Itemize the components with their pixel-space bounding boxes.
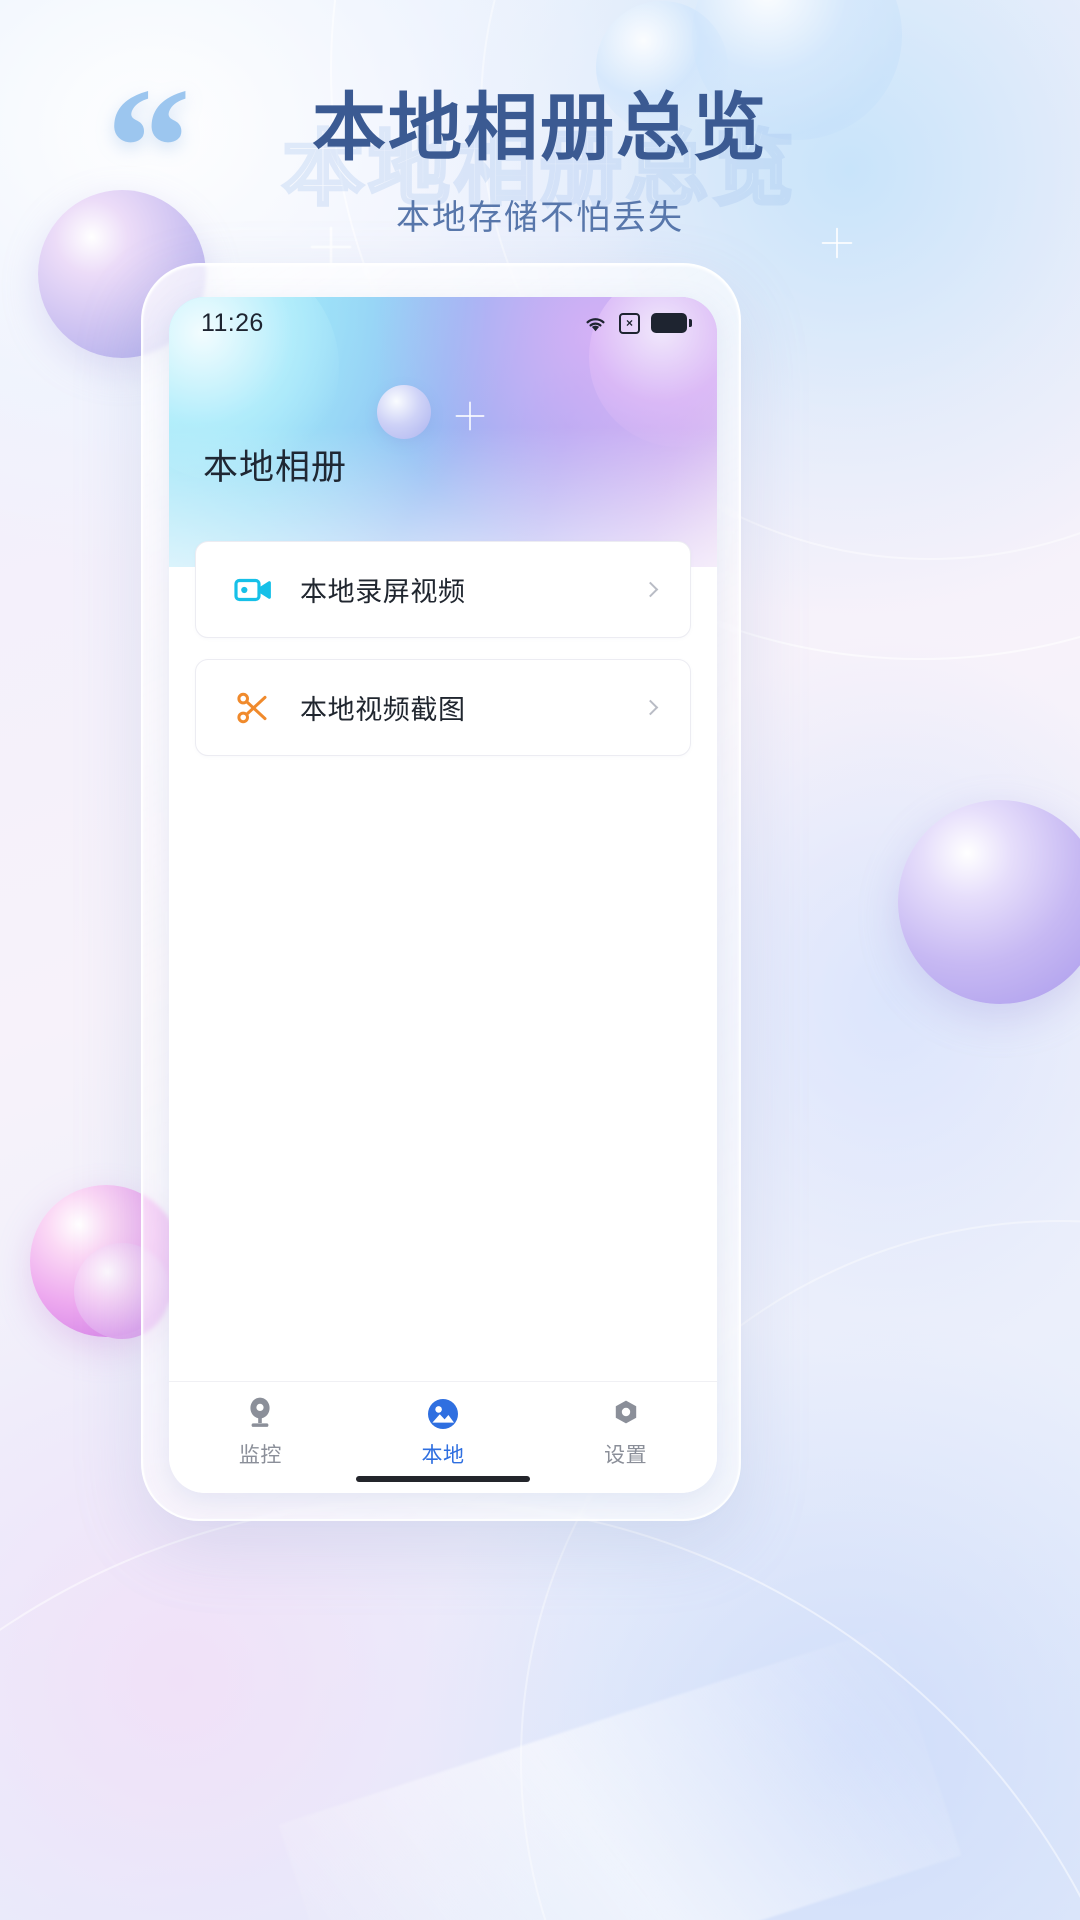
status-time: 11:26 (201, 308, 264, 337)
list-item-label: 本地视频截图 (300, 695, 466, 725)
list-item[interactable]: 本地录屏视频 (195, 541, 691, 638)
gear-icon (610, 1396, 642, 1432)
page-title: 本地相册总览 (312, 86, 768, 169)
video-camera-icon (232, 575, 274, 605)
phone-screen: 11:26 × 本地相册 本地录屏视频 本地视频截图 监控 本地 设置 (169, 297, 717, 1493)
header-title-block: 本地相册总览 本地相册总览 (0, 68, 1080, 217)
album-list: 本地录屏视频 本地视频截图 (195, 541, 691, 777)
home-indicator[interactable] (356, 1476, 530, 1482)
battery-icon (651, 313, 692, 333)
nav-item-label: 设置 (604, 1444, 648, 1467)
list-item-label: 本地录屏视频 (300, 577, 466, 607)
chevron-right-icon[interactable] (642, 581, 659, 598)
screen-page-title: 本地相册 (203, 448, 348, 487)
nav-item-settings[interactable]: 设置 (534, 1396, 717, 1469)
nav-item-label: 本地 (421, 1444, 465, 1467)
status-bar: 11:26 × (169, 297, 717, 349)
status-icons: × (583, 312, 692, 334)
signal-box-icon: × (619, 312, 640, 334)
nav-item-local[interactable]: 本地 (352, 1396, 535, 1469)
nav-item-monitor[interactable]: 监控 (169, 1396, 352, 1469)
local-album-icon (426, 1396, 460, 1432)
page-header: “ 本地相册总览 本地相册总览 本地存储不怕丢失 (0, 0, 1080, 270)
wifi-icon (583, 314, 608, 333)
nav-item-label: 监控 (238, 1444, 282, 1467)
scissors-icon (232, 692, 274, 724)
cctv-camera-icon (244, 1396, 276, 1432)
phone-mockup: 11:26 × 本地相册 本地录屏视频 本地视频截图 监控 本地 设置 (141, 263, 741, 1521)
chevron-right-icon[interactable] (642, 699, 659, 716)
list-item[interactable]: 本地视频截图 (195, 659, 691, 756)
page-subtitle: 本地存储不怕丢失 (396, 199, 684, 237)
